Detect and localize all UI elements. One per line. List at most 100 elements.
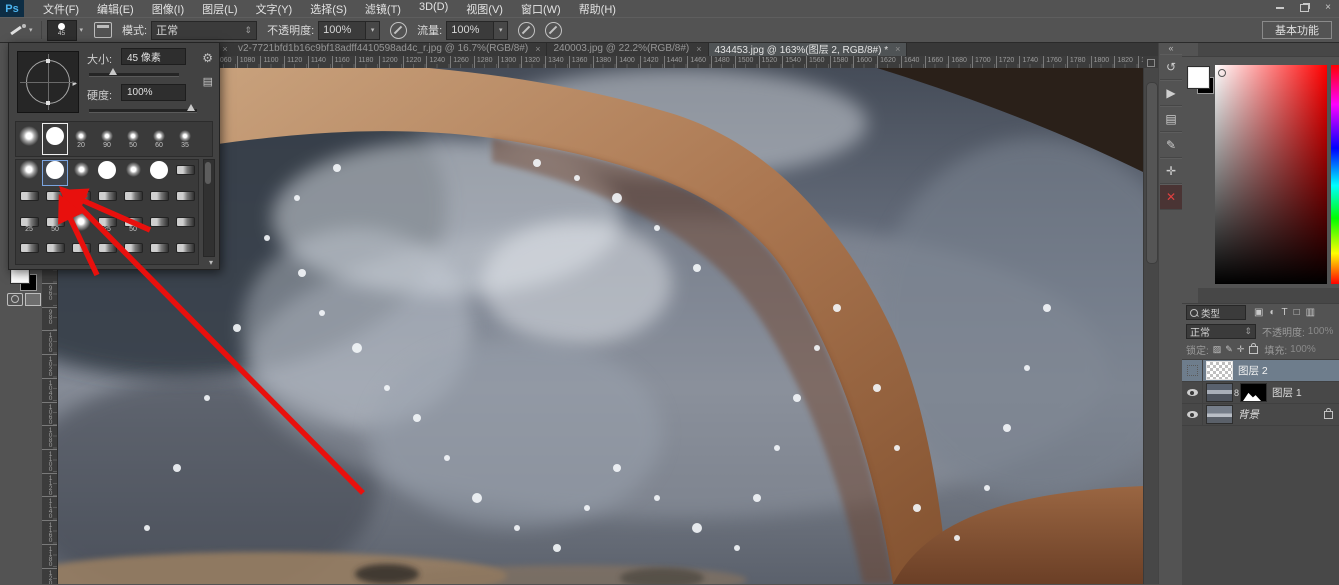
chevron-down-icon[interactable]: ▾ (209, 258, 213, 267)
flow-dropdown-button[interactable]: ▾ (494, 21, 508, 40)
canvas-scrollbar[interactable] (1143, 68, 1159, 584)
brush-preset[interactable]: 50 (120, 123, 146, 155)
opacity-field[interactable]: 100% (318, 21, 366, 40)
panel-icon[interactable]: ✎ (1160, 132, 1182, 158)
layer-thumbnail[interactable] (1206, 383, 1233, 402)
filter-type-icon[interactable]: T (1282, 307, 1288, 318)
brush-preset[interactable] (42, 123, 68, 155)
layer-thumbnail[interactable] (1206, 361, 1233, 380)
menu-item[interactable]: 文件(F) (34, 0, 88, 19)
menu-item[interactable]: 图像(I) (143, 0, 193, 19)
blend-mode-dropdown[interactable]: 正常 ⇕ (151, 21, 257, 40)
menu-item[interactable]: 帮助(H) (570, 0, 625, 19)
filter-adjustment-icon[interactable]: ◐ (1269, 307, 1275, 318)
size-slider[interactable] (89, 73, 179, 77)
brush-preset[interactable] (146, 212, 172, 238)
panel-icon[interactable]: ✕ (1160, 184, 1182, 210)
saturation-brightness-field[interactable] (1215, 65, 1327, 284)
panel-icon[interactable]: ✛ (1160, 158, 1182, 184)
panel-tab[interactable] (1198, 288, 1214, 303)
lock-transparent-icon[interactable]: ▨ (1213, 344, 1222, 355)
airbrush-icon[interactable] (518, 22, 535, 39)
gear-icon[interactable]: ⚙ (202, 51, 213, 65)
brush-preset[interactable] (16, 160, 42, 186)
brush-preset[interactable] (120, 160, 146, 186)
brush-preset[interactable] (68, 212, 94, 238)
fill-value[interactable]: 100% (1290, 344, 1316, 355)
restore-icon[interactable] (1297, 2, 1311, 13)
brush-preset[interactable] (172, 212, 198, 238)
brush-preset[interactable] (42, 238, 68, 264)
document-tab[interactable]: v2-7721bfd1b16c9bf18adff4410598ad4c_r.jp… (232, 41, 547, 56)
menu-item[interactable]: 3D(D) (410, 0, 457, 19)
workspace-switcher[interactable]: 基本功能 (1262, 21, 1332, 39)
slider-thumb[interactable] (187, 104, 195, 111)
menu-item[interactable]: 文字(Y) (247, 0, 302, 19)
brush-preset[interactable] (94, 186, 120, 212)
brush-preset[interactable] (68, 160, 94, 186)
brush-preset[interactable] (120, 238, 146, 264)
brush-preset[interactable]: 50 (42, 212, 68, 238)
flow-field[interactable]: 100% (446, 21, 494, 40)
tab-close-icon[interactable]: × (895, 44, 900, 54)
visibility-toggle[interactable] (1182, 360, 1203, 381)
slider-thumb[interactable] (109, 68, 117, 75)
size-field[interactable]: 45 像素 (121, 48, 186, 65)
brush-preset[interactable] (120, 186, 146, 212)
preset-scrollbar[interactable] (203, 159, 215, 257)
brush-preset[interactable] (172, 186, 198, 212)
brush-preset[interactable] (68, 186, 94, 212)
brush-preset[interactable] (146, 186, 172, 212)
layer-filter-dropdown[interactable]: 类型 (1186, 305, 1246, 320)
panel-toggle-icon[interactable]: ▤ (203, 75, 213, 88)
layer-mask-thumbnail[interactable] (1240, 383, 1267, 402)
filter-smart-icon[interactable]: ▥ (1306, 307, 1315, 318)
brush-preset[interactable]: 50 (120, 212, 146, 238)
brush-preset[interactable] (94, 160, 120, 186)
visibility-toggle[interactable] (1182, 404, 1203, 425)
brush-preset[interactable] (42, 186, 68, 212)
color-cursor[interactable] (1218, 69, 1226, 77)
menu-item[interactable]: 视图(V) (457, 0, 512, 19)
pressure-size-icon[interactable] (545, 22, 562, 39)
collapse-panels-icon[interactable]: « (1159, 43, 1183, 53)
brush-preset-picker[interactable]: 45 (47, 20, 77, 41)
panel-tab[interactable] (1262, 288, 1278, 303)
layer-blend-mode-dropdown[interactable]: 正常 ⇕ (1186, 324, 1256, 339)
panel-tab[interactable] (1214, 288, 1230, 303)
brush-preset[interactable] (16, 123, 42, 155)
lock-all-icon[interactable] (1249, 346, 1258, 354)
scrollbar-thumb[interactable] (1146, 82, 1158, 264)
menu-item[interactable]: 滤镜(T) (356, 0, 410, 19)
menu-item[interactable]: 图层(L) (193, 0, 246, 19)
close-icon[interactable]: × (1321, 2, 1335, 13)
quick-mask-icon[interactable] (7, 293, 23, 306)
document-tab[interactable]: 240003.jpg @ 22.2%(RGB/8#) × (547, 41, 708, 56)
brush-preset[interactable] (172, 160, 198, 186)
layer-row[interactable]: 8 背景 (1182, 404, 1339, 426)
tab-close-icon[interactable]: × (696, 44, 701, 54)
brush-tool-icon[interactable] (8, 23, 26, 37)
brush-preset[interactable] (146, 238, 172, 264)
panel-tab[interactable] (1182, 41, 1198, 56)
lock-move-icon[interactable]: ✛ (1237, 344, 1245, 355)
hardness-field[interactable]: 100% (121, 84, 186, 101)
visibility-toggle[interactable] (1182, 382, 1203, 403)
brush-preset[interactable]: 25 (16, 212, 42, 238)
panel-icon[interactable]: ↺ (1160, 54, 1182, 80)
document-tab[interactable]: 434453.jpg @ 163%(图层 2, RGB/8#) * × (709, 41, 908, 56)
scrollbar-thumb[interactable] (205, 162, 211, 184)
panel-icon[interactable]: ▤ (1160, 106, 1182, 132)
layer-opacity-value[interactable]: 100% (1308, 326, 1334, 337)
brush-preset[interactable] (68, 238, 94, 264)
brush-preset[interactable]: 20 (68, 123, 94, 155)
chevron-down-icon[interactable]: ▾ (29, 26, 33, 34)
menu-item[interactable]: 编辑(E) (88, 0, 143, 19)
lock-paint-icon[interactable]: ✎ (1225, 344, 1233, 355)
panel-icon[interactable]: ▶ (1160, 80, 1182, 106)
menu-item[interactable]: 选择(S) (301, 0, 356, 19)
filter-pixel-icon[interactable]: ▣ (1254, 307, 1263, 318)
panel-tab[interactable] (1182, 288, 1198, 303)
layer-row[interactable]: 8 图层 2 (1182, 360, 1339, 382)
panel-tab[interactable] (1198, 41, 1214, 56)
